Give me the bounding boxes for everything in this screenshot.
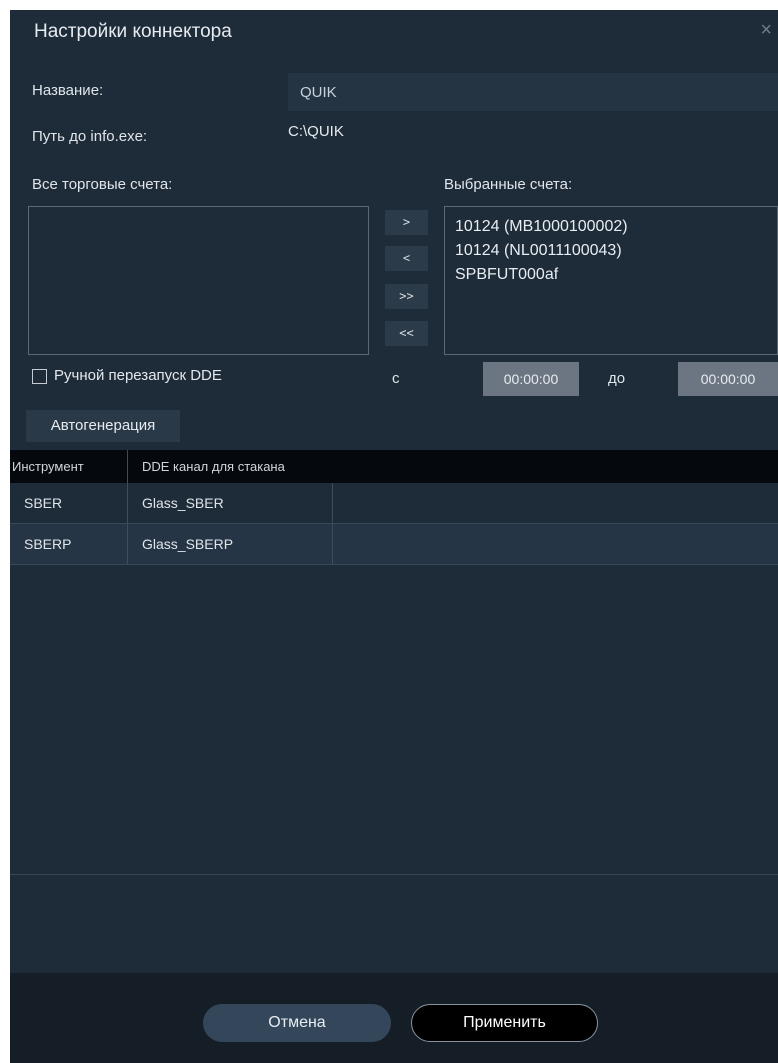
column-header-dde-channel[interactable]: DDE канал для стакана — [142, 450, 285, 483]
table-body: SBER Glass_SBER SBERP Glass_SBERP — [10, 483, 778, 565]
dialog-footer: Отмена Применить — [10, 973, 778, 1063]
path-label: Путь до info.exe: — [32, 128, 148, 145]
selected-account-item[interactable]: 10124 (MB1000100002) — [445, 215, 777, 239]
add-all-accounts-button[interactable]: >> — [385, 284, 428, 309]
to-label: до — [608, 370, 626, 387]
all-accounts-label: Все торговые счета: — [32, 176, 173, 193]
name-label: Название: — [32, 82, 104, 99]
manual-dde-restart-label: Ручной перезапуск DDE — [54, 367, 222, 384]
selected-accounts-list[interactable]: 10124 (MB1000100002) 10124 (NL0011100043)… — [444, 206, 778, 355]
selected-account-item[interactable]: 10124 (NL0011100043) — [445, 239, 777, 263]
connector-settings-dialog: Настройки коннектора × Название: Путь до… — [10, 10, 778, 1063]
column-divider — [332, 524, 333, 564]
add-account-button[interactable]: > — [385, 210, 428, 235]
title-bar: Настройки коннектора × — [10, 10, 778, 60]
table-header: Инструмент DDE канал для стакана — [10, 450, 778, 483]
manual-dde-restart-checkbox[interactable] — [32, 369, 47, 384]
all-accounts-list[interactable] — [28, 206, 369, 355]
from-time-input[interactable] — [483, 362, 579, 396]
dde-channels-table: Инструмент DDE канал для стакана SBER Gla… — [10, 450, 778, 565]
from-label: с — [392, 370, 400, 387]
remove-account-button[interactable]: < — [385, 246, 428, 271]
close-icon[interactable]: × — [760, 19, 772, 42]
apply-button[interactable]: Применить — [411, 1004, 598, 1042]
selected-account-item[interactable]: SPBFUT000af — [445, 263, 777, 287]
column-divider — [332, 483, 333, 523]
name-input[interactable] — [288, 73, 778, 111]
remove-all-accounts-button[interactable]: << — [385, 321, 428, 346]
cancel-button[interactable]: Отмена — [203, 1004, 391, 1042]
table-row[interactable]: SBERP Glass_SBERP — [10, 524, 778, 565]
column-divider — [127, 524, 128, 564]
instrument-cell: SBER — [24, 495, 63, 511]
selected-accounts-label: Выбранные счета: — [444, 176, 573, 193]
dialog-title: Настройки коннектора — [34, 21, 232, 42]
divider — [10, 874, 778, 875]
autogenerate-button[interactable]: Автогенерация — [26, 410, 180, 442]
column-header-instrument[interactable]: Инструмент — [12, 450, 84, 483]
to-time-input[interactable] — [678, 362, 778, 396]
instrument-cell: SBERP — [24, 536, 72, 552]
table-row[interactable]: SBER Glass_SBER — [10, 483, 778, 524]
dde-channel-cell: Glass_SBERP — [142, 536, 234, 552]
column-divider — [127, 450, 128, 483]
path-value: C:\QUIK — [288, 123, 344, 140]
column-divider — [127, 483, 128, 523]
dde-channel-cell: Glass_SBER — [142, 495, 224, 511]
